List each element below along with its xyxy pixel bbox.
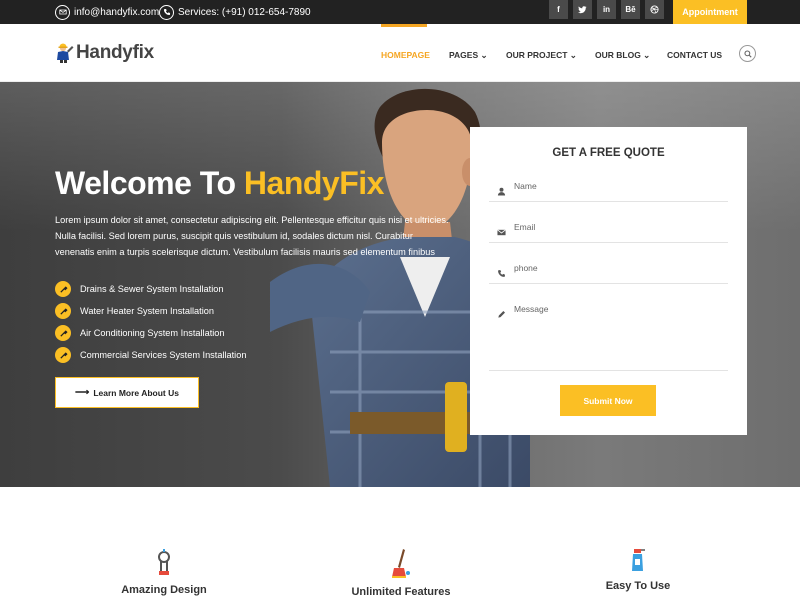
message-field [489, 304, 728, 371]
email-field [489, 222, 728, 243]
email-input[interactable] [514, 222, 714, 232]
phone-field [489, 263, 728, 284]
wrench-icon [55, 303, 71, 319]
service-checklist: Drains & Sewer System Installation Water… [55, 278, 246, 366]
name-input[interactable] [514, 181, 714, 191]
quote-form-title: GET A FREE QUOTE [552, 147, 665, 159]
features-section: Amazing Design Unlimited Features Easy T… [0, 487, 800, 600]
quote-form: GET A FREE QUOTE Submit Now [470, 127, 747, 435]
search-icon [743, 49, 752, 58]
email-text: info@handyfix.com [74, 6, 160, 18]
wrench-icon [55, 347, 71, 363]
dribbble-icon[interactable] [645, 0, 664, 19]
paint-brush-icon [392, 549, 410, 578]
hero-title-highlight: HandyFix [243, 165, 385, 201]
name-field [489, 181, 728, 202]
top-bar: info@handyfix.com Services: (+91) 012-65… [0, 0, 800, 24]
main-navigation: Handyfix HOMEPAGE PAGES ⌄ OUR PROJECT ⌄ … [0, 24, 800, 82]
phone-contact[interactable]: Services: (+91) 012-654-7890 [159, 0, 311, 24]
hero-description: Lorem ipsum dolor sit amet, consectetur … [55, 215, 449, 257]
checklist-item: Commercial Services System Installation [55, 344, 246, 366]
linkedin-icon[interactable]: in [597, 0, 616, 19]
user-icon [497, 183, 506, 196]
phone-text: Services: (+91) 012-654-7890 [178, 6, 311, 18]
social-links: f in Bē [549, 0, 669, 19]
checklist-item: Drains & Sewer System Installation [55, 278, 246, 300]
envelope-icon [497, 224, 506, 236]
pencil-icon [497, 306, 506, 318]
active-indicator [381, 24, 427, 27]
message-textarea[interactable] [514, 304, 714, 334]
feature-title: Easy To Use [605, 580, 671, 592]
facebook-icon[interactable]: f [549, 0, 568, 19]
twitter-icon[interactable] [573, 0, 592, 19]
feature-title: Amazing Design [121, 584, 207, 596]
spray-bottle-icon [632, 549, 645, 571]
arrow-right-icon: ⟶ [75, 387, 90, 398]
behance-icon[interactable]: Bē [621, 0, 640, 19]
appointment-button[interactable]: Appointment [673, 0, 747, 24]
wrench-icon [55, 325, 71, 341]
submit-button[interactable]: Submit Now [560, 385, 656, 416]
logo-text: Handyfix [76, 42, 154, 63]
site-logo[interactable]: Handyfix [55, 42, 154, 64]
phone-icon [159, 4, 174, 20]
nav-homepage[interactable]: HOMEPAGE [381, 50, 430, 60]
checklist-item: Water Heater System Installation [55, 300, 246, 322]
phone-icon [497, 265, 506, 277]
nav-our-blog[interactable]: OUR BLOG ⌄ [595, 50, 650, 61]
feature-unlimited-features: Unlimited Features [345, 547, 457, 598]
hero-title: Welcome To HandyFix [55, 165, 385, 201]
phone-input[interactable] [514, 263, 714, 273]
checklist-item: Air Conditioning System Installation [55, 322, 246, 344]
email-contact[interactable]: info@handyfix.com [55, 0, 159, 24]
handyman-logo-icon [57, 43, 74, 63]
design-tool-icon [158, 549, 170, 575]
feature-title: Unlimited Features [351, 586, 451, 598]
feature-amazing-design: Amazing Design [112, 549, 216, 596]
nav-pages[interactable]: PAGES ⌄ [449, 50, 488, 61]
search-button[interactable] [739, 45, 756, 62]
nav-contact-us[interactable]: CONTACT US [667, 50, 722, 60]
envelope-icon [55, 4, 70, 20]
wrench-icon [55, 281, 71, 297]
feature-easy-to-use: Easy To Use [594, 547, 682, 592]
learn-more-button[interactable]: ⟶ Learn More About Us [55, 377, 199, 408]
nav-our-project[interactable]: OUR PROJECT ⌄ [506, 50, 577, 61]
